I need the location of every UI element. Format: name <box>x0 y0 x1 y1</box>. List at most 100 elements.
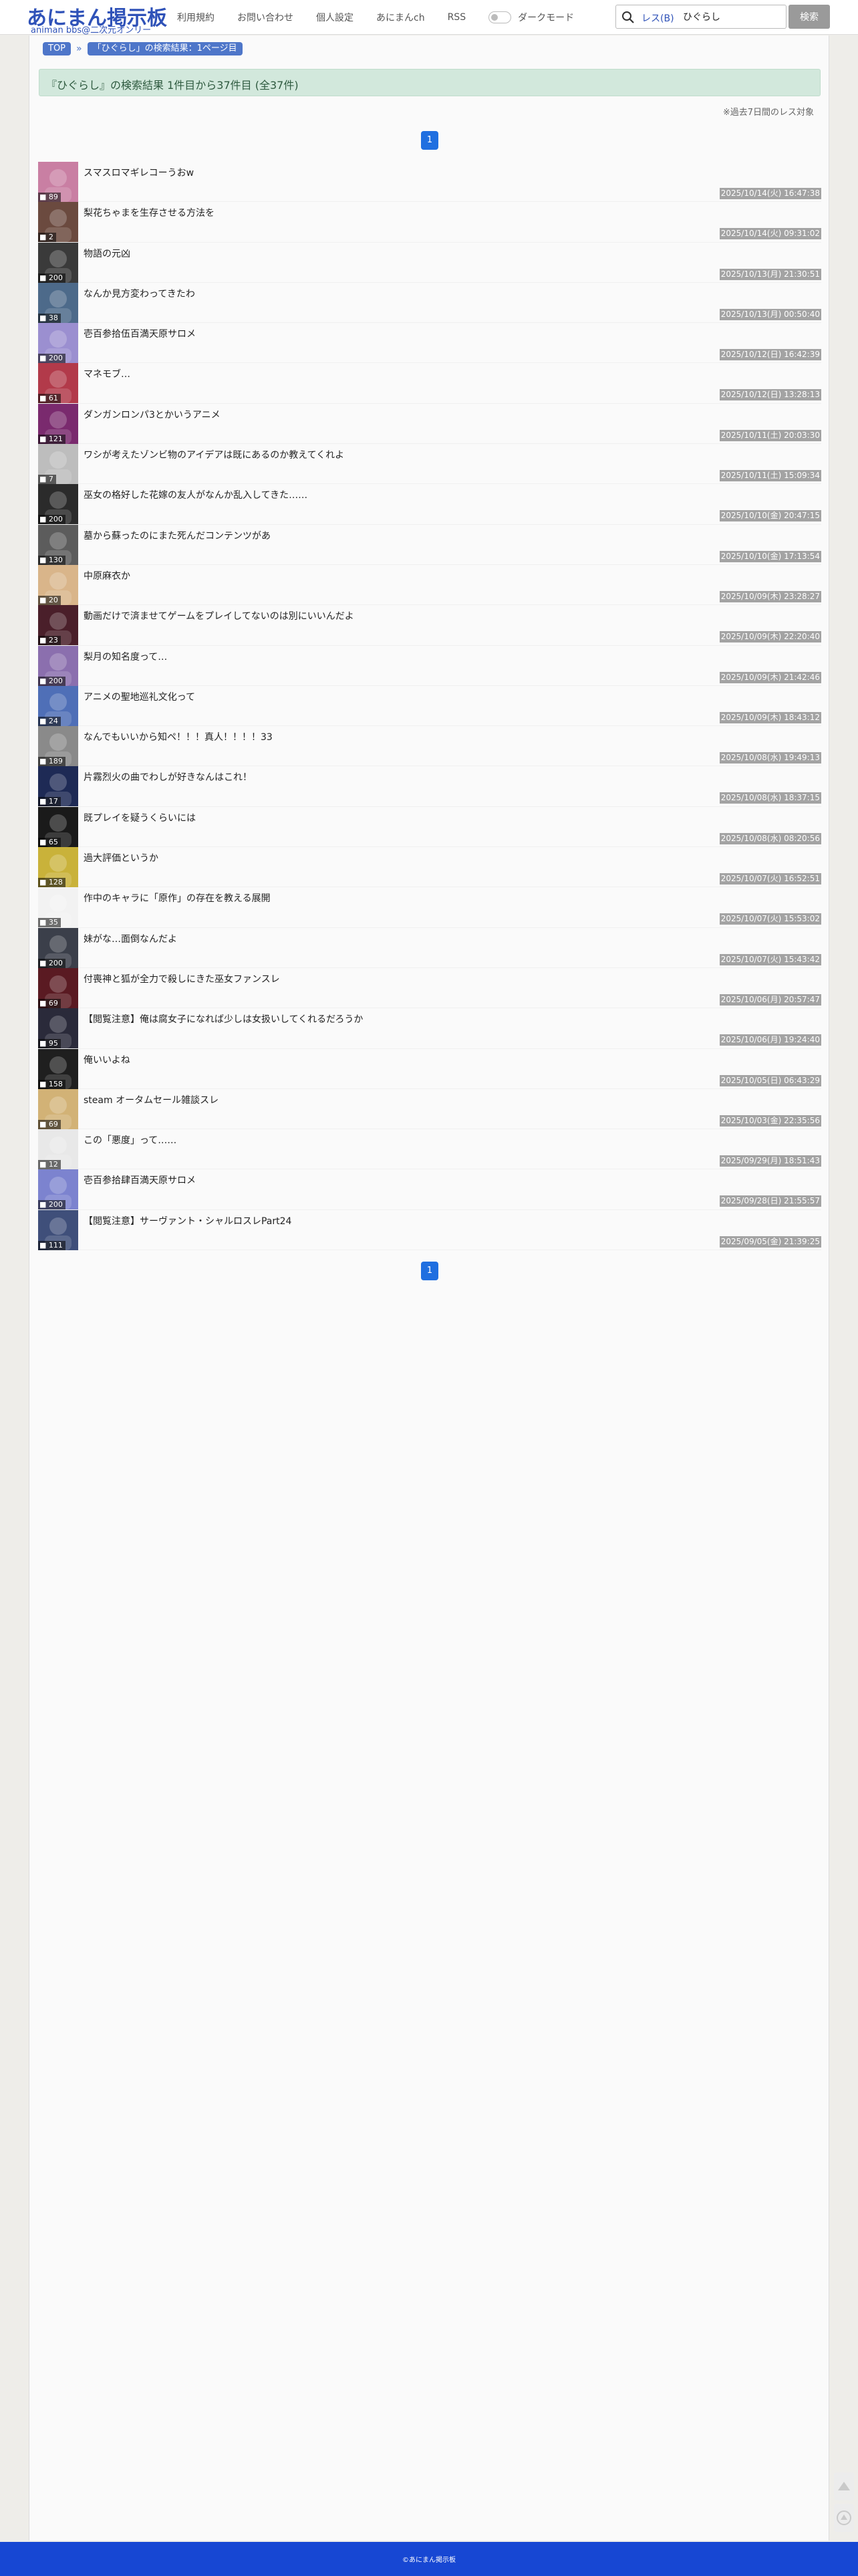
dark-mode-toggle[interactable]: ダークモード <box>488 11 574 24</box>
thread-thumbnail[interactable]: ■ 20 <box>38 564 78 605</box>
thread-thumbnail[interactable]: ■ 111 <box>38 1209 78 1250</box>
thread-thumbnail[interactable]: ■ 200 <box>38 323 78 364</box>
thread-thumbnail[interactable]: ■ 69 <box>38 967 78 1008</box>
pagination-top-page-1[interactable]: 1 <box>421 131 438 150</box>
thread-title[interactable]: アニメの聖地巡礼文化って <box>84 690 195 703</box>
comment-icon: ■ <box>39 1079 49 1088</box>
thread-thumbnail[interactable]: ■ 7 <box>38 444 78 485</box>
thread-title[interactable]: マネモブ… <box>84 367 130 380</box>
nav-animanch[interactable]: あにまんch <box>376 11 425 24</box>
thread-thumbnail[interactable]: ■ 128 <box>38 847 78 888</box>
thread-title[interactable]: 妹がな…面倒なんだよ <box>84 932 177 945</box>
thread-thumbnail[interactable]: ■ 17 <box>38 766 78 807</box>
thread-title[interactable]: 【閲覧注意】俺は腐女子になれば少しは女扱いしてくれるだろうか <box>84 1012 363 1026</box>
thread-title[interactable]: 物語の元凶 <box>84 247 130 260</box>
thread-row[interactable]: ■ 200 梨月の知名度って… 2025/10/09(木) 21:42:46 <box>38 645 821 686</box>
thread-title[interactable]: 既プレイを疑うくらいには <box>84 811 196 824</box>
thread-thumbnail[interactable]: ■ 65 <box>38 806 78 847</box>
thread-title[interactable]: ワシが考えたゾンビ物のアイデアは既にあるのか教えてくれよ <box>84 448 344 461</box>
thread-row[interactable]: ■ 200 妹がな…面倒なんだよ 2025/10/07(火) 15:43:42 <box>38 927 821 968</box>
thread-row[interactable]: ■ 89 スマスロマギレコーうおw 2025/10/14(火) 16:47:38 <box>38 162 821 203</box>
thread-row[interactable]: ■ 12 この「悪度」って…… 2025/09/29(月) 18:51:43 <box>38 1129 821 1170</box>
thread-thumbnail[interactable]: ■ 200 <box>38 1169 78 1210</box>
thread-thumbnail[interactable]: ■ 69 <box>38 1088 78 1129</box>
thread-title[interactable]: この「悪度」って…… <box>84 1133 176 1147</box>
thread-thumbnail[interactable]: ■ 2 <box>38 202 78 243</box>
thread-title[interactable]: 過大評価というか <box>84 851 158 864</box>
thread-title[interactable]: 作中のキャラに「原作」の存在を教える展開 <box>84 891 271 905</box>
breadcrumb-top[interactable]: TOP <box>43 42 72 55</box>
thread-row[interactable]: ■ 17 片霧烈火の曲でわしが好きなんはこれ！ 2025/10/08(水) 18:3… <box>38 766 821 807</box>
search-mode-select[interactable]: レス(B) <box>641 11 674 25</box>
thread-row[interactable]: ■ 130 墓から蘇ったのにまた死んだコンテンツがあ 2025/10/10(金) 1… <box>38 524 821 565</box>
thread-title[interactable]: スマスロマギレコーうおw <box>84 166 194 179</box>
thread-row[interactable]: ■ 23 動画だけで済ませてゲームをプレイしてないのは別にいいんだよ 2025/10… <box>38 605 821 646</box>
thread-title[interactable]: steam オータムセール雑談スレ <box>84 1093 219 1106</box>
site-logo[interactable]: あにまん掲示板 animan bbs@二次元オンリー <box>27 0 167 35</box>
thread-row[interactable]: ■ 65 既プレイを疑うくらいには 2025/10/08(水) 08:20:56 <box>38 806 821 848</box>
thread-thumbnail[interactable]: ■ 23 <box>38 605 78 646</box>
breadcrumb: TOP » 「ひぐらし」の検索結果：1ページ目 <box>43 41 243 56</box>
thread-thumbnail[interactable]: ■ 130 <box>38 524 78 565</box>
thread-thumbnail[interactable]: ■ 189 <box>38 726 78 767</box>
thread-thumbnail[interactable]: ■ 95 <box>38 1008 78 1049</box>
thread-row[interactable]: ■ 189 なんでもいいから知ペ！！！真人！！！！33 2025/10/08(水) … <box>38 726 821 767</box>
thread-thumbnail[interactable]: ■ 121 <box>38 403 78 444</box>
nav-terms[interactable]: 利用規約 <box>177 11 214 24</box>
thread-thumbnail[interactable]: ■ 38 <box>38 282 78 323</box>
thread-title[interactable]: 壱百参拾伍百満天原サロメ <box>84 327 196 340</box>
pagination-bottom-page-1[interactable]: 1 <box>421 1262 438 1280</box>
thread-thumbnail[interactable]: ■ 200 <box>38 242 78 283</box>
thread-title[interactable]: なんでもいいから知ペ！！！真人！！！！33 <box>84 730 273 743</box>
thread-title[interactable]: 付喪神と狐が全力で殺しにきた巫女ファンスレ <box>84 972 280 985</box>
thread-row[interactable]: ■ 35 作中のキャラに「原作」の存在を教える展開 2025/10/07(火) 15… <box>38 887 821 928</box>
thread-row[interactable]: ■ 2 梨花ちゃまを生存させる方法を 2025/10/14(火) 09:31:02 <box>38 202 821 243</box>
thread-thumbnail[interactable]: ■ 24 <box>38 685 78 726</box>
thread-row[interactable]: ■ 24 アニメの聖地巡礼文化って 2025/10/09(木) 18:43:12 <box>38 685 821 727</box>
thread-title[interactable]: 俺いいよね <box>84 1053 130 1066</box>
thread-title[interactable]: 梨花ちゃまを生存させる方法を <box>84 206 214 219</box>
breadcrumb-current[interactable]: 「ひぐらし」の検索結果：1ページ目 <box>87 42 243 55</box>
thread-title[interactable]: 動画だけで済ませてゲームをプレイしてないのは別にいいんだよ <box>84 609 354 622</box>
dark-mode-switch[interactable] <box>488 11 512 23</box>
thread-title[interactable]: なんか見方変わってきたわ <box>84 287 195 300</box>
scroll-top-button[interactable] <box>834 2504 854 2532</box>
thread-row[interactable]: ■ 61 マネモブ… 2025/10/12(日) 13:28:13 <box>38 363 821 404</box>
thread-title[interactable]: 墓から蘇ったのにまた死んだコンテンツがあ <box>84 529 271 542</box>
thread-title[interactable]: 【閲覧注意】サーヴァント・シャルロスレPart24 <box>84 1214 291 1227</box>
thread-row[interactable]: ■ 95 【閲覧注意】俺は腐女子になれば少しは女扱いしてくれるだろうか 2025/1… <box>38 1008 821 1049</box>
thread-row[interactable]: ■ 128 過大評価というか 2025/10/07(火) 16:52:51 <box>38 847 821 888</box>
thread-row[interactable]: ■ 200 巫女の格好した花嫁の友人がなんか乱入してきた…… 2025/10/10(… <box>38 484 821 525</box>
scroll-up-button[interactable] <box>834 2472 854 2500</box>
thread-title[interactable]: ダンガンロンパ3とかいうアニメ <box>84 408 221 421</box>
thread-row[interactable]: ■ 121 ダンガンロンパ3とかいうアニメ 2025/10/11(土) 20:03:… <box>38 403 821 445</box>
search-button[interactable]: 検索 <box>789 5 830 29</box>
thread-thumbnail[interactable]: ■ 200 <box>38 645 78 686</box>
nav-contact[interactable]: お問い合わせ <box>237 11 293 24</box>
thread-thumbnail[interactable]: ■ 200 <box>38 927 78 968</box>
thread-row[interactable]: ■ 200 壱百参拾肆百満天原サロメ 2025/09/28(日) 21:55:57 <box>38 1169 821 1210</box>
thread-title[interactable]: 壱百参拾肆百満天原サロメ <box>84 1173 196 1187</box>
thread-title[interactable]: 片霧烈火の曲でわしが好きなんはこれ！ <box>84 770 252 784</box>
thread-row[interactable]: ■ 200 物語の元凶 2025/10/13(月) 21:30:51 <box>38 242 821 283</box>
search-input[interactable] <box>683 8 783 25</box>
thread-thumbnail[interactable]: ■ 158 <box>38 1048 78 1089</box>
thread-row[interactable]: ■ 38 なんか見方変わってきたわ 2025/10/13(月) 00:50:40 <box>38 282 821 324</box>
thread-row[interactable]: ■ 200 壱百参拾伍百満天原サロメ 2025/10/12(日) 16:42:39 <box>38 323 821 364</box>
thread-thumbnail[interactable]: ■ 61 <box>38 363 78 404</box>
thread-thumbnail[interactable]: ■ 200 <box>38 484 78 525</box>
nav-rss[interactable]: RSS <box>448 12 466 23</box>
thread-row[interactable]: ■ 20 中原麻衣か 2025/10/09(木) 23:28:27 <box>38 564 821 606</box>
thread-row[interactable]: ■ 111 【閲覧注意】サーヴァント・シャルロスレPart24 2025/09/05… <box>38 1209 821 1251</box>
thread-thumbnail[interactable]: ■ 35 <box>38 887 78 928</box>
thread-title[interactable]: 巫女の格好した花嫁の友人がなんか乱入してきた…… <box>84 488 307 501</box>
thread-title[interactable]: 中原麻衣か <box>84 569 130 582</box>
thread-row[interactable]: ■ 158 俺いいよね 2025/10/05(日) 06:43:29 <box>38 1048 821 1089</box>
nav-settings[interactable]: 個人設定 <box>316 11 353 24</box>
thread-thumbnail[interactable]: ■ 89 <box>38 162 78 202</box>
thread-row[interactable]: ■ 69 付喪神と狐が全力で殺しにきた巫女ファンスレ 2025/10/06(月) 2… <box>38 967 821 1009</box>
thread-row[interactable]: ■ 7 ワシが考えたゾンビ物のアイデアは既にあるのか教えてくれよ 2025/10/1… <box>38 444 821 485</box>
thread-title[interactable]: 梨月の知名度って… <box>84 650 167 663</box>
thread-row[interactable]: ■ 69 steam オータムセール雑談スレ 2025/10/03(金) 22:35… <box>38 1088 821 1130</box>
thread-thumbnail[interactable]: ■ 12 <box>38 1129 78 1170</box>
